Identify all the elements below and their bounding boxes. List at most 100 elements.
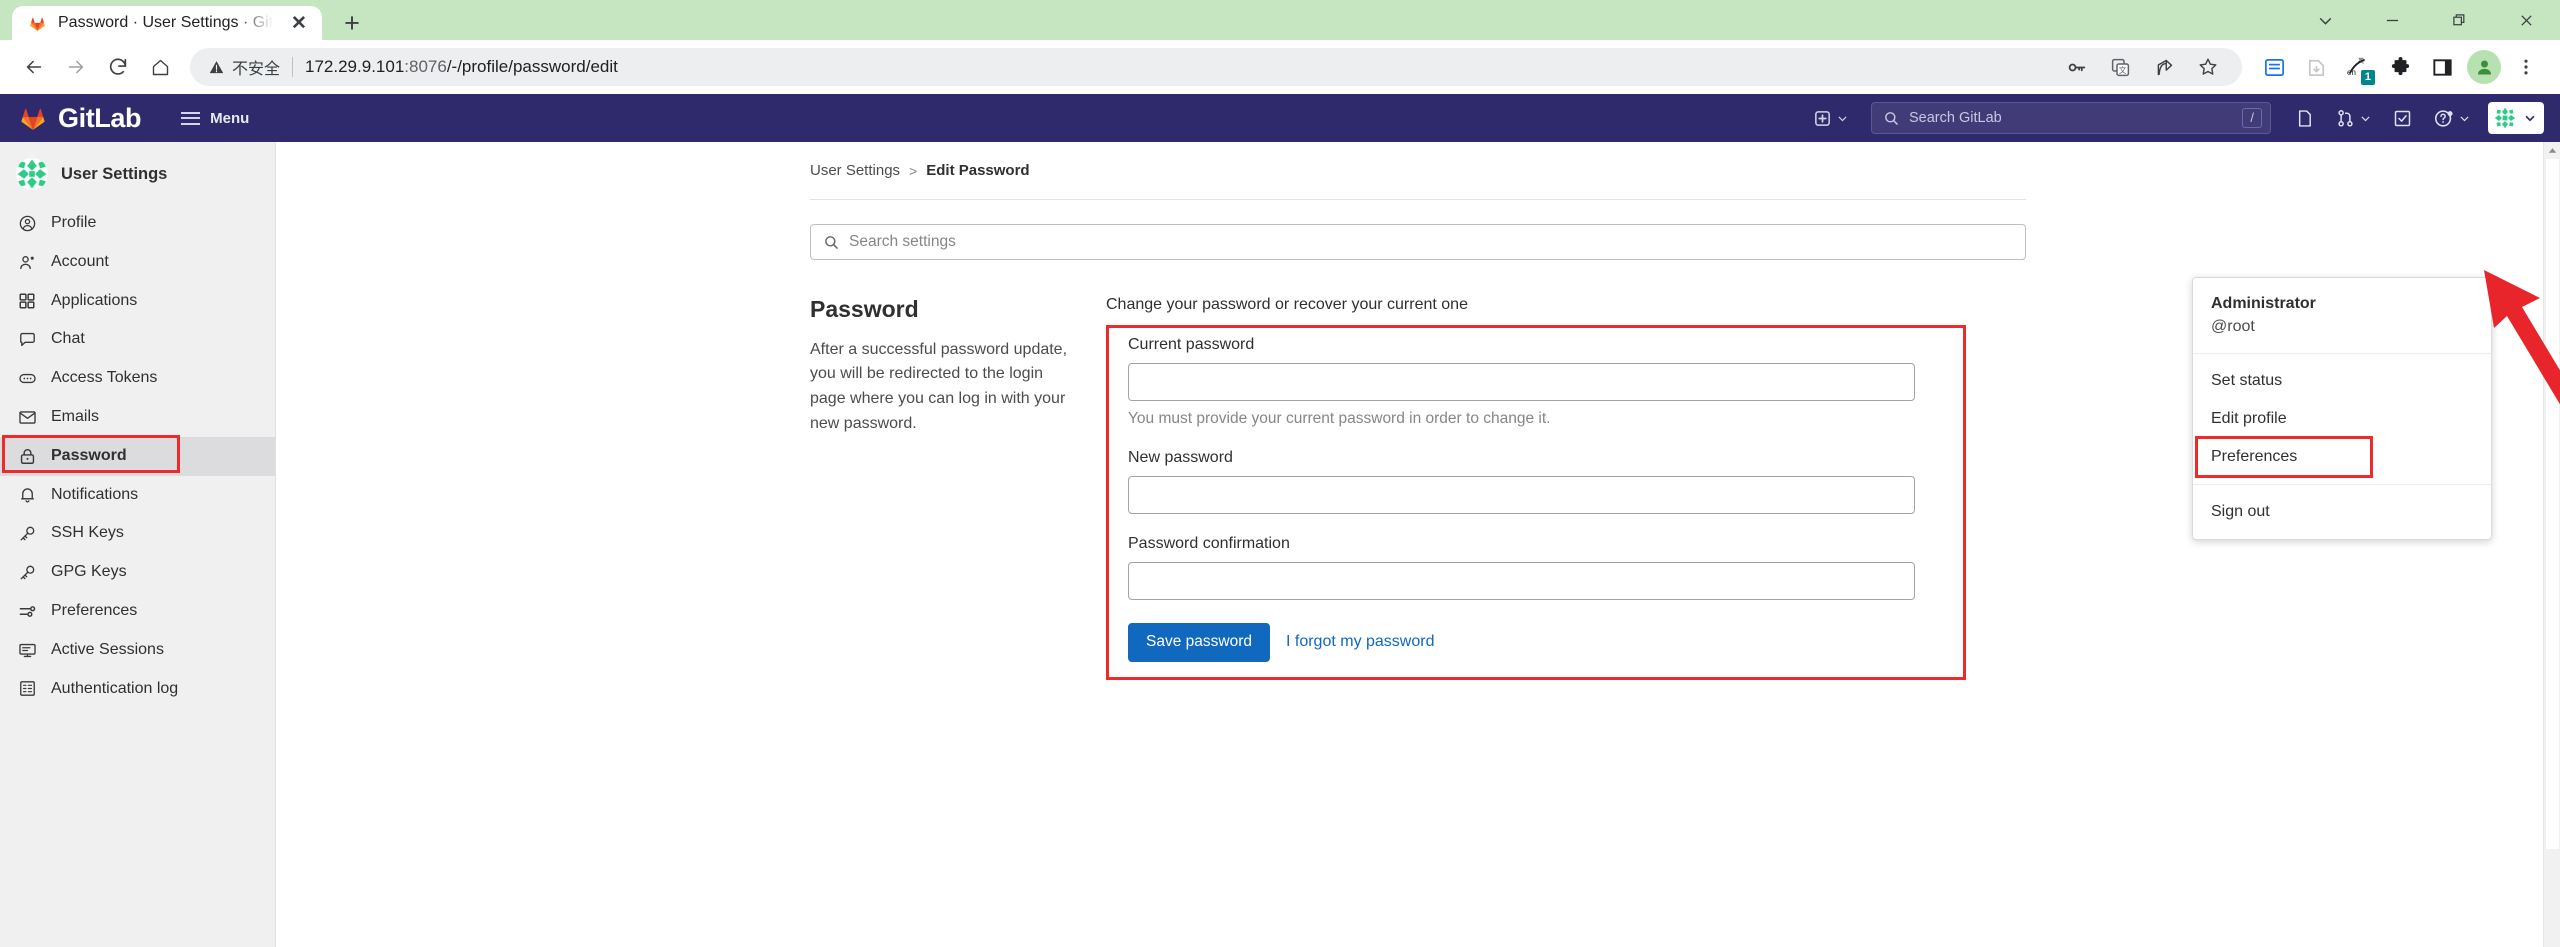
main-menu-button[interactable]: Menu <box>173 104 257 133</box>
profile-avatar-icon[interactable] <box>2464 47 2504 87</box>
bookmark-star-icon[interactable] <box>2188 47 2228 87</box>
new-tab-button[interactable]: + <box>332 6 372 40</box>
form-actions: Save password I forgot my password <box>1128 623 1948 662</box>
forward-button[interactable] <box>56 47 96 87</box>
window-close-icon[interactable] <box>2493 0 2560 40</box>
dropdown-item-preferences[interactable]: Preferences <box>2193 435 2491 478</box>
browser-tab[interactable]: Password · User Settings · GitLab ✕ <box>12 6 322 40</box>
forgot-password-link[interactable]: I forgot my password <box>1286 633 1435 651</box>
sidebar-item-account[interactable]: Account <box>0 243 275 282</box>
search-shortcut-badge: / <box>2242 108 2262 128</box>
side-panel-icon[interactable] <box>2422 47 2462 87</box>
dropdown-item-set-status[interactable]: Set status <box>2193 362 2491 400</box>
user-avatar-dropdown[interactable] <box>2488 102 2544 134</box>
sidebar-item-ssh-keys[interactable]: SSH Keys <box>0 514 275 553</box>
token-icon <box>16 369 38 388</box>
user-avatar-icon <box>2493 106 2517 130</box>
window-restore-icon[interactable] <box>2426 0 2493 40</box>
current-password-input[interactable] <box>1128 363 1915 401</box>
scrollbar-thumb[interactable] <box>2546 159 2559 849</box>
user-settings-sidebar: User Settings Profile Account Applicatio… <box>0 142 276 947</box>
share-icon[interactable] <box>2144 47 2184 87</box>
search-input[interactable]: Search GitLab / <box>1871 102 2271 134</box>
sidebar-item-profile[interactable]: Profile <box>0 204 275 243</box>
sidebar-item-chat[interactable]: Chat <box>0 320 275 359</box>
sidebar-item-label: Access Tokens <box>51 369 158 387</box>
sidebar-item-gpg-keys[interactable]: GPG Keys <box>0 553 275 592</box>
dropdown-user-info: Administrator @root <box>2193 278 2491 354</box>
new-item-plus-icon[interactable] <box>1807 105 1855 132</box>
tab-close-icon[interactable]: ✕ <box>286 10 312 36</box>
sidebar-item-password[interactable]: Password <box>0 434 275 476</box>
sidebar-title: User Settings <box>61 164 168 183</box>
dropdown-item-sign-out[interactable]: Sign out <box>2193 493 2491 531</box>
log-list-icon <box>16 679 38 698</box>
search-placeholder: Search GitLab <box>1909 110 2002 126</box>
tab-strip: Password · User Settings · GitLab ✕ + <box>0 0 372 40</box>
new-password-group: New password <box>1128 449 1948 514</box>
sidebar-item-emails[interactable]: Emails <box>0 398 275 437</box>
url-text: 172.29.9.101:8076/-/profile/password/edi… <box>305 57 618 76</box>
issues-icon[interactable] <box>2287 102 2322 135</box>
sidebar-item-label: Authentication log <box>51 679 179 697</box>
sidebar-item-active-sessions[interactable]: Active Sessions <box>0 631 275 670</box>
home-button[interactable] <box>140 47 180 87</box>
sidebar-item-applications[interactable]: Applications <box>0 282 275 321</box>
site-security-indicator[interactable]: 不安全 <box>208 55 280 79</box>
todos-icon[interactable] <box>2385 102 2420 135</box>
chrome-menu-icon[interactable] <box>2506 47 2546 87</box>
sidebar-item-preferences[interactable]: Preferences <box>0 592 275 631</box>
reading-list-icon[interactable] <box>2254 47 2294 87</box>
current-password-help: You must provide your current password i… <box>1128 410 1551 427</box>
password-confirmation-input[interactable] <box>1128 562 1915 600</box>
svg-text:英: 英 <box>2358 57 2364 65</box>
tab-search-chevron-icon[interactable] <box>2292 0 2359 40</box>
gitlab-logo[interactable]: GitLab <box>18 102 142 134</box>
address-bar[interactable]: 不安全 172.29.9.101:8076/-/profile/password… <box>190 48 2242 86</box>
window-controls <box>2292 0 2560 40</box>
security-label: 不安全 <box>232 61 281 78</box>
gitlab-fox-logo-icon <box>21 108 45 130</box>
gitlab-brand-text: GitLab <box>58 102 142 133</box>
page-scrollbar[interactable] <box>2543 142 2560 947</box>
downloads-icon[interactable] <box>2296 47 2336 87</box>
reload-button[interactable] <box>98 47 138 87</box>
search-icon <box>1885 111 1898 125</box>
section-description: After a successful password update, you … <box>810 340 1068 432</box>
password-form-column: Change your password or recover your cur… <box>1106 296 1966 680</box>
dropdown-user-name: Administrator <box>2211 295 2316 312</box>
dropdown-user-handle: @root <box>2211 318 2255 336</box>
menu-label: Menu <box>210 109 250 127</box>
envelope-icon <box>16 408 38 427</box>
sidebar-item-access-tokens[interactable]: Access Tokens <box>0 359 275 398</box>
scrollbar-up-arrow-icon[interactable] <box>2544 142 2560 159</box>
translate-en-icon[interactable]: en 英 1 <box>2338 47 2378 87</box>
extension-badge-count: 1 <box>2360 70 2375 85</box>
dropdown-item-edit-profile[interactable]: Edit profile <box>2193 400 2491 438</box>
window-minimize-icon[interactable] <box>2359 0 2426 40</box>
translate-icon[interactable]: 文 <box>2100 47 2140 87</box>
save-password-button[interactable]: Save password <box>1128 623 1270 662</box>
sidebar-item-authentication-log[interactable]: Authentication log <box>0 670 275 709</box>
sidebar-item-label: Preferences <box>51 601 138 619</box>
current-password-group: Current password You must provide your c… <box>1128 336 1948 428</box>
merge-requests-icon[interactable] <box>2328 102 2379 135</box>
settings-search-input[interactable]: Search settings <box>810 224 2026 260</box>
password-key-icon[interactable] <box>2056 47 2096 87</box>
applications-grid-icon <box>16 292 38 310</box>
help-icon[interactable] <box>2426 101 2478 135</box>
omnibox-actions: 文 <box>2056 47 2228 87</box>
gitlab-navbar: GitLab Menu Search GitLab / <box>0 94 2560 142</box>
new-password-input[interactable] <box>1128 476 1915 514</box>
current-password-label: Current password <box>1128 336 1255 353</box>
account-icon <box>16 253 38 272</box>
change-password-form: Current password You must provide your c… <box>1106 325 1966 680</box>
navbar-right-actions: Search GitLab / <box>1807 101 2544 135</box>
key-icon <box>16 563 38 582</box>
breadcrumb-parent[interactable]: User Settings <box>810 162 900 179</box>
extensions-puzzle-icon[interactable] <box>2380 47 2420 87</box>
extension-toolbar: en 英 1 <box>2254 47 2546 87</box>
monitor-icon <box>16 641 38 660</box>
back-button[interactable] <box>14 47 54 87</box>
sidebar-item-notifications[interactable]: Notifications <box>0 476 275 515</box>
